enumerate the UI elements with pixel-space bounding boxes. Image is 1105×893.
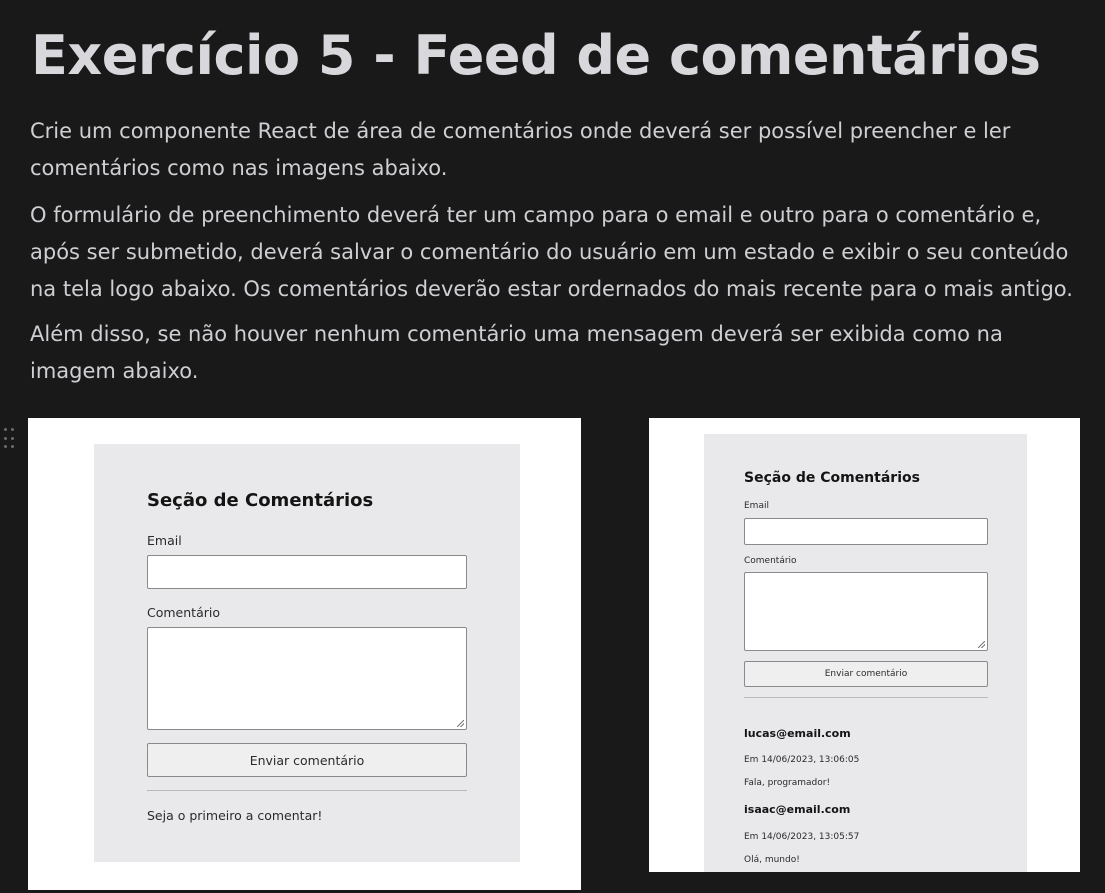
empty-state-paragraph: Além disso, se não houver nenhum comentá… xyxy=(30,322,1003,383)
email-label: Email xyxy=(744,501,769,511)
example-image-with-comments: Seção de Comentários Email Comentário En… xyxy=(649,418,1080,872)
empty-message: Seja o primeiro a comentar! xyxy=(147,808,323,823)
comments-section: Seção de Comentários Email Comentário En… xyxy=(94,444,520,862)
comment-date: Em 14/06/2023, 13:06:05 xyxy=(744,755,860,765)
submit-comment-button[interactable]: Enviar comentário xyxy=(147,743,467,777)
comment-text: Olá, mundo! xyxy=(744,855,800,865)
divider xyxy=(147,790,467,791)
form-requirements-paragraph: O formulário de preenchimento deverá ter… xyxy=(30,203,1073,301)
email-field[interactable] xyxy=(744,518,988,545)
section-title: Seção de Comentários xyxy=(147,490,374,511)
email-field[interactable] xyxy=(147,555,467,589)
comment-label: Comentário xyxy=(744,556,797,566)
intro-paragraph: Crie um componente React de área de come… xyxy=(30,119,1011,180)
comment-date: Em 14/06/2023, 13:05:57 xyxy=(744,832,860,842)
divider xyxy=(744,697,988,698)
resize-grip-icon[interactable] xyxy=(978,641,985,648)
comment-textarea[interactable] xyxy=(147,627,467,730)
example-image-empty-state: Seção de Comentários Email Comentário En… xyxy=(28,418,581,890)
submit-comment-button[interactable]: Enviar comentário xyxy=(744,661,988,687)
comment-label: Comentário xyxy=(147,605,220,620)
comment-textarea[interactable] xyxy=(744,572,988,651)
email-label: Email xyxy=(147,533,182,548)
comment-text: Fala, programador! xyxy=(744,778,831,788)
comment-author: lucas@email.com xyxy=(744,727,851,740)
page-title: Exercício 5 - Feed de comentários xyxy=(31,24,1041,87)
comments-section: Seção de Comentários Email Comentário En… xyxy=(704,434,1027,872)
section-title: Seção de Comentários xyxy=(744,470,920,486)
comment-author: isaac@email.com xyxy=(744,803,851,816)
drag-handle-icon[interactable] xyxy=(4,428,16,450)
resize-grip-icon[interactable] xyxy=(457,720,464,727)
